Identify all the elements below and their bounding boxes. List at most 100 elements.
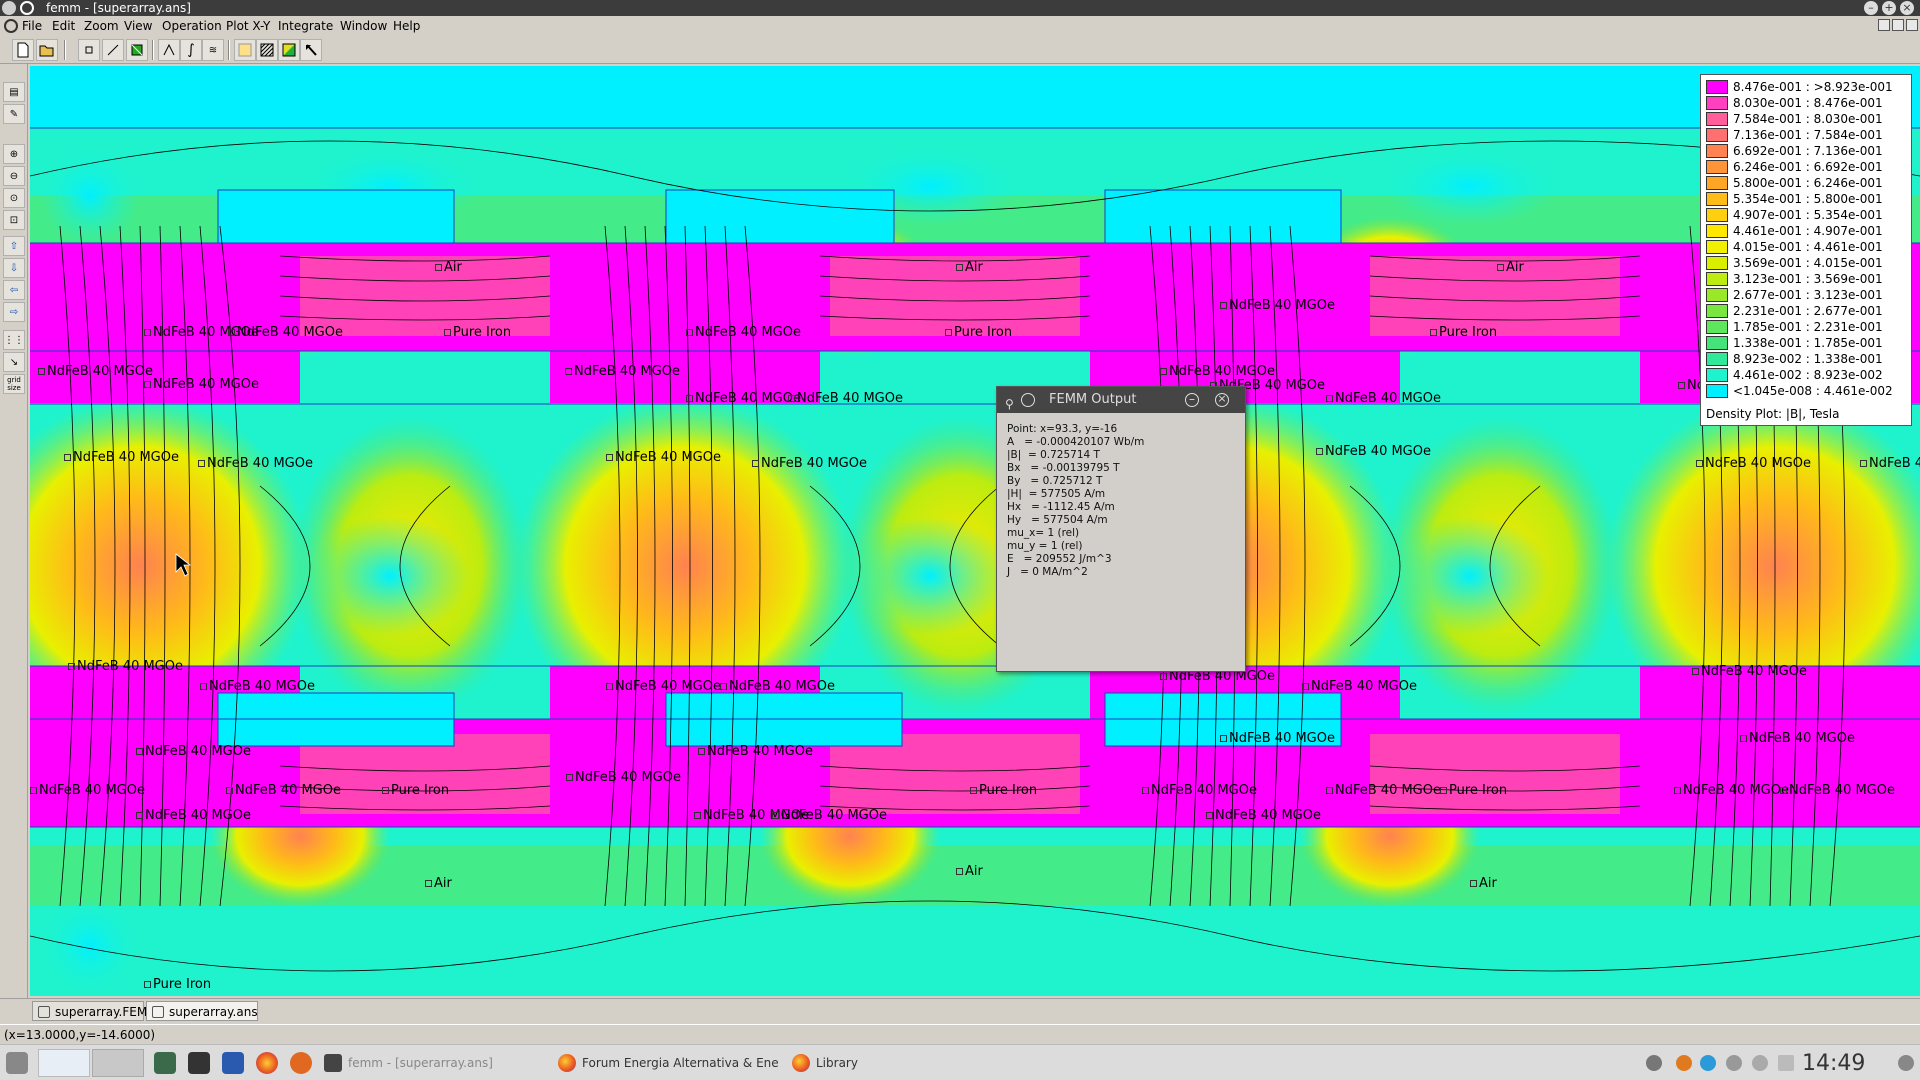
new-file-icon[interactable] [12, 39, 34, 61]
mdi-restore-icon[interactable] [1892, 19, 1904, 31]
label-ndfeb: NdFeB 40 MGOe [136, 808, 251, 823]
start-menu-icon[interactable] [6, 1052, 28, 1074]
zoom-natural-icon[interactable]: ⊙ [3, 188, 25, 208]
system-menu-icon[interactable] [2, 1, 16, 15]
mdi-minimize-icon[interactable] [1878, 19, 1890, 31]
clipboard-icon[interactable] [1778, 1055, 1794, 1071]
menu-view[interactable]: View [124, 19, 152, 33]
legend-row: 6.692e-001 : 7.136e-001 [1706, 143, 1883, 159]
legend-row: 4.015e-001 : 4.461e-001 [1706, 239, 1883, 255]
label-ndfeb: NdFeB 40 MGOe [698, 744, 813, 759]
output-line: J = 0 MA/m^2 [1007, 566, 1088, 578]
menu-window[interactable]: Window [340, 19, 387, 33]
firefox-icon [558, 1054, 576, 1072]
telegram-icon[interactable] [1700, 1055, 1716, 1071]
notifications-icon[interactable] [1898, 1055, 1914, 1071]
label-ndfeb: NdFeB 40 MGOe [136, 744, 251, 759]
pan-up-icon[interactable]: ⇧ [3, 236, 25, 256]
label-ndfeb: NdFeB 40 MGOe [1780, 783, 1895, 798]
zoom-in-icon[interactable]: ⊕ [3, 144, 25, 164]
menu-plot-xy[interactable]: Plot X-Y [226, 19, 270, 33]
label-ndfeb: NdFeB 40 MGOe [788, 391, 903, 406]
pan-left-icon[interactable]: ⇦ [3, 280, 25, 300]
taskbar: femm - [superarray.ans] Forum Energia Al… [0, 1044, 1920, 1080]
color-density-icon[interactable] [278, 39, 300, 61]
task-forum[interactable]: Forum Energia Alternativa & Ene [552, 1049, 784, 1077]
document-menu-icon[interactable] [4, 19, 18, 33]
minimize-icon[interactable]: – [1864, 1, 1878, 15]
volume-icon[interactable] [1646, 1055, 1662, 1071]
dialog-minimize-icon[interactable]: – [1185, 393, 1199, 407]
label-ndfeb: NdFeB 40 MGOe [752, 456, 867, 471]
legend-row: <1.045e-008 : 4.461e-002 [1706, 383, 1893, 399]
density-plot-icon[interactable] [256, 39, 278, 61]
maximize-icon[interactable]: + [1882, 1, 1896, 15]
media-icon[interactable] [1752, 1055, 1768, 1071]
label-pure-iron: Pure Iron [444, 325, 511, 340]
dialog-close-icon[interactable]: × [1215, 393, 1229, 407]
label-ndfeb: NdFeB 40 MGOe [1316, 444, 1431, 459]
label-ndfeb: NdFeB 40 MGOe [686, 391, 801, 406]
tab-superarray-fem[interactable]: superarray.FEM [32, 1001, 147, 1021]
terminal-icon[interactable] [188, 1052, 210, 1074]
browser-icon[interactable] [290, 1052, 312, 1074]
segment-mode-icon[interactable] [102, 39, 124, 61]
label-pure-iron: Pure Iron [945, 325, 1012, 340]
output-line: |H| = 577505 A/m [1007, 488, 1106, 500]
clock[interactable]: 14:49 [1802, 1051, 1865, 1076]
update-icon[interactable] [1726, 1055, 1742, 1071]
contour-plot-icon[interactable]: ≋ [202, 39, 224, 61]
mdi-close-icon[interactable] [1906, 19, 1918, 31]
label-ndfeb: NdFeB 40 MGOe [64, 450, 179, 465]
view-results-icon[interactable]: ▤ [3, 82, 25, 102]
pointer-icon[interactable] [300, 39, 322, 61]
firefox-icon [792, 1054, 810, 1072]
label-ndfeb: NdFeB 40 MGOe [30, 783, 145, 798]
femm-output-dialog[interactable]: ⚲ FEMM Output – × Point: x=93.3, y=-16 A … [996, 386, 1246, 672]
firefox-tray-icon[interactable] [1676, 1055, 1692, 1071]
line-integral-icon[interactable] [158, 39, 180, 61]
snap-grid-icon[interactable]: ↘ [3, 352, 25, 372]
block-mode-icon[interactable] [126, 39, 148, 61]
menu-file[interactable]: File [22, 19, 42, 33]
density-plot-area[interactable]: Air Air Air Air Air Air Pure Iron Pure I… [30, 66, 1920, 996]
output-line: Hx = -1112.45 A/m [1007, 501, 1115, 513]
task-library[interactable]: Library [786, 1049, 906, 1077]
workspace-2[interactable] [92, 1049, 144, 1077]
menu-edit[interactable]: Edit [52, 19, 75, 33]
label-ndfeb: NdFeB 40 MGOe [1142, 783, 1257, 798]
zoom-out-icon[interactable]: ⊖ [3, 166, 25, 186]
pan-down-icon[interactable]: ⇩ [3, 258, 25, 278]
legend-swatch [1706, 352, 1728, 366]
menu-integrate[interactable]: Integrate [278, 19, 333, 33]
node-mode-icon[interactable] [78, 39, 100, 61]
edit-props-icon[interactable]: ✎ [3, 104, 25, 124]
open-file-icon[interactable] [36, 39, 58, 61]
pin-icon[interactable]: ⚲ [1005, 391, 1014, 417]
task-femm[interactable]: femm - [superarray.ans] [318, 1049, 550, 1077]
menu-zoom[interactable]: Zoom [84, 19, 119, 33]
label-ndfeb: NdFeB 40 MGOe [1302, 679, 1417, 694]
femm-icon [324, 1054, 342, 1072]
dialog-menu-icon[interactable] [1021, 393, 1035, 407]
menu-help[interactable]: Help [393, 19, 420, 33]
close-icon[interactable]: × [1900, 1, 1914, 15]
legend-swatch [1706, 368, 1728, 382]
legend-swatch [1706, 224, 1728, 238]
contour-icon[interactable]: ∫ [180, 39, 202, 61]
menu-operation[interactable]: Operation [162, 19, 222, 33]
zoom-window-icon[interactable]: ⊡ [3, 210, 25, 230]
workspace-1[interactable] [38, 1049, 90, 1077]
dialog-title-bar[interactable]: ⚲ FEMM Output – × [997, 387, 1245, 413]
vector-plot-icon[interactable] [234, 39, 256, 61]
image-viewer-icon[interactable] [154, 1052, 176, 1074]
grid-show-icon[interactable]: ⋮⋮ [3, 330, 25, 350]
mail-icon[interactable] [222, 1052, 244, 1074]
grid-size-icon[interactable]: grid size [3, 374, 25, 394]
legend-row: 4.461e-001 : 4.907e-001 [1706, 223, 1883, 239]
firefox-icon[interactable] [256, 1052, 278, 1074]
pan-right-icon[interactable]: ⇨ [3, 302, 25, 322]
tab-superarray-ans[interactable]: superarray.ans [146, 1001, 258, 1021]
legend-row: 4.461e-002 : 8.923e-002 [1706, 367, 1883, 383]
title-bar: femm - [superarray.ans] – + × [0, 0, 1920, 16]
